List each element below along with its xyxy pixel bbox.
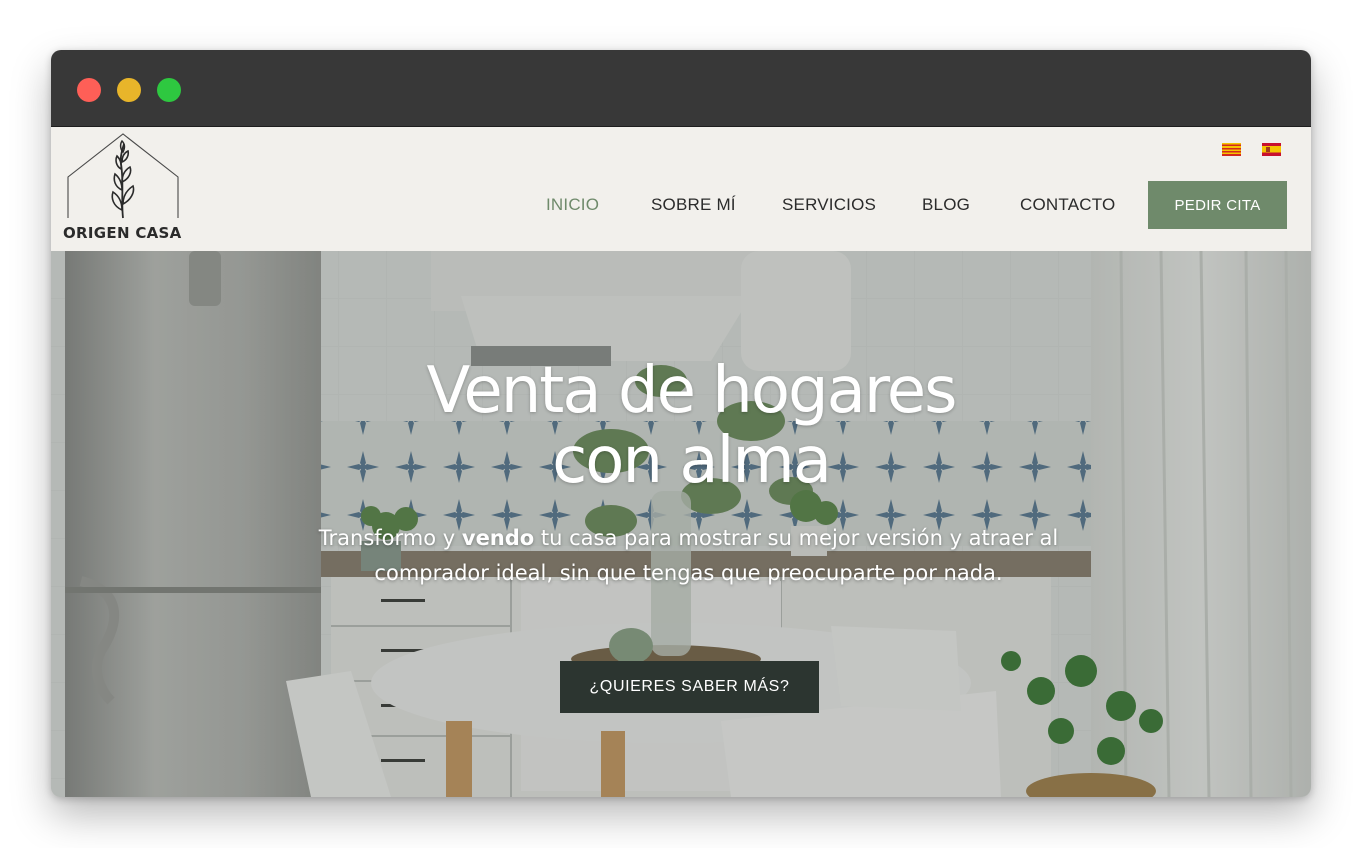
site-header: ORIGEN CASA INICIO SOBRE MÍ SERVICIOS BL… bbox=[51, 127, 1311, 251]
close-window-button[interactable] bbox=[77, 78, 101, 102]
hero-subtitle: Transformo y vendo tu casa para mostrar … bbox=[316, 521, 1061, 591]
maximize-window-button[interactable] bbox=[157, 78, 181, 102]
hero-title-line-2: con alma bbox=[552, 424, 832, 498]
spanish-flag-icon[interactable] bbox=[1262, 143, 1281, 156]
browser-window: ORIGEN CASA INICIO SOBRE MÍ SERVICIOS BL… bbox=[51, 50, 1311, 797]
nav-item-blog[interactable]: BLOG bbox=[922, 195, 970, 215]
nav-item-servicios[interactable]: SERVICIOS bbox=[782, 195, 876, 215]
hero-section: Venta de hogares con alma Transformo y v… bbox=[51, 251, 1311, 797]
hero-title-line-1: Venta de hogares bbox=[426, 354, 958, 428]
pedir-cita-button[interactable]: PEDIR CITA bbox=[1148, 181, 1287, 229]
hero-subtitle-bold: vendo bbox=[461, 526, 535, 550]
main-navigation: INICIO SOBRE MÍ SERVICIOS BLOG CONTACTO bbox=[51, 183, 1311, 235]
nav-item-contacto[interactable]: CONTACTO bbox=[1020, 195, 1115, 215]
quieres-saber-mas-button[interactable]: ¿QUIERES SABER MÁS? bbox=[560, 661, 819, 713]
hero-subtitle-start: Transformo y bbox=[318, 526, 462, 550]
nav-item-sobre-mi[interactable]: SOBRE MÍ bbox=[651, 195, 736, 215]
catalan-flag-icon[interactable] bbox=[1222, 143, 1241, 156]
nav-item-inicio[interactable]: INICIO bbox=[546, 195, 599, 215]
window-titlebar bbox=[51, 50, 1311, 127]
minimize-window-button[interactable] bbox=[117, 78, 141, 102]
hero-title: Venta de hogares con alma bbox=[291, 356, 1091, 496]
language-switcher bbox=[1222, 143, 1281, 156]
